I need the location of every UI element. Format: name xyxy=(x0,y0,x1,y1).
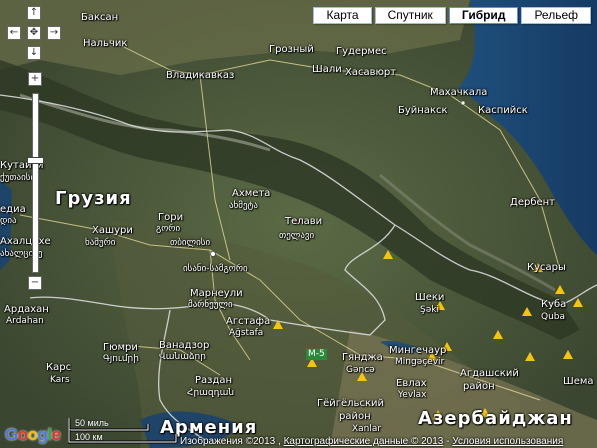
label-evlakh-lat: Yevlax xyxy=(398,390,427,400)
label-kuba: Куба xyxy=(541,299,567,310)
label-mingachevir: Мингечаур xyxy=(389,345,447,356)
label-baksan: Баксан xyxy=(81,12,119,23)
label-edia-ge: დია xyxy=(0,216,17,226)
label-m5: M-5 xyxy=(306,349,327,360)
label-khasavyurt: Хасавюрт xyxy=(345,67,397,78)
label-marneuli: Марнеули xyxy=(190,288,243,299)
label-gori-ge: გორი xyxy=(156,224,181,234)
google-logo[interactable]: Google xyxy=(5,425,61,445)
map-type-switcher: Карта Спутник Гибрид Рельеф xyxy=(313,7,591,24)
label-gyumri-am: Գյումրի xyxy=(103,354,139,364)
label-xanlar: Xanlar xyxy=(352,424,382,434)
logo-letter: e xyxy=(51,425,61,444)
label-agstafa: Агстафа xyxy=(226,316,271,327)
pan-center-icon[interactable]: ✥ xyxy=(27,26,41,40)
label-evlakh: Евлах xyxy=(396,378,427,389)
label-marneuli-ge: მარნეული xyxy=(188,300,233,310)
scale-km: 100 км xyxy=(75,432,103,442)
label-mingachevir-lat: Mingəçevir xyxy=(395,357,445,367)
logo-letter: o xyxy=(27,425,38,444)
label-edia: едиа xyxy=(0,204,26,215)
label-tbilisi-ge: თბილისი xyxy=(170,238,211,248)
label-georgia: Грузия xyxy=(55,188,132,209)
label-agdash-2: район xyxy=(463,381,495,392)
pan-left-icon[interactable]: ← xyxy=(7,26,21,40)
logo-letter: g xyxy=(37,425,48,444)
city-dot xyxy=(210,251,216,257)
label-akhaltsikhe: Ахалцихе xyxy=(0,236,51,247)
label-buynaksk: Буйнакск xyxy=(398,105,448,116)
label-vanadzor: Ванадзор xyxy=(159,340,210,351)
label-gori: Гори xyxy=(158,212,184,223)
zoom-slider-track[interactable] xyxy=(32,93,39,273)
label-akhmeta-ge: ახმეტა xyxy=(229,201,259,211)
terms-of-use-link[interactable]: Условия использования xyxy=(452,436,563,447)
attribution-separator: - xyxy=(446,436,450,447)
pan-up-icon[interactable]: ↑ xyxy=(27,6,41,20)
zoom-out-button[interactable]: − xyxy=(28,276,42,290)
city-dot xyxy=(460,100,466,106)
label-razdan-am: Հրազդան xyxy=(187,388,235,398)
label-ardahan-lat: Ardahan xyxy=(6,316,44,326)
attribution-cartography-link[interactable]: Картографические данные © 2013 xyxy=(284,436,444,447)
label-kusary: Кусары xyxy=(527,262,566,273)
label-kaspiysk: Каспийск xyxy=(478,105,528,116)
label-akhmeta: Ахмета xyxy=(232,188,271,199)
zoom-slider-handle[interactable] xyxy=(27,157,44,164)
label-kars: Карс xyxy=(46,362,72,373)
label-samtskhe-ge: ისანი-სამგორი xyxy=(183,264,248,274)
map-type-hybrid-button[interactable]: Гибрид xyxy=(448,7,519,24)
label-telavi-ge: თელავი xyxy=(279,231,315,241)
scale-bar: 50 миль 100 км xyxy=(68,416,178,444)
map-type-map-button[interactable]: Карта xyxy=(313,7,372,24)
logo-letter: G xyxy=(5,425,18,444)
label-agstafa-lat: Ağstafa xyxy=(229,328,264,338)
scale-miles: 50 миль xyxy=(75,418,109,428)
pan-right-icon[interactable]: → xyxy=(47,26,61,40)
label-kuba-lat: Quba xyxy=(541,312,566,322)
pan-down-icon[interactable]: ↓ xyxy=(27,46,41,60)
label-ardahan: Ардахан xyxy=(4,304,49,315)
logo-letter: o xyxy=(17,425,28,444)
label-gudermes: Гудермес xyxy=(336,46,387,57)
map-type-satellite-button[interactable]: Спутник xyxy=(374,7,446,24)
label-ganja-lat: Gəncə xyxy=(346,365,375,375)
label-grozny: Грозный xyxy=(269,44,314,55)
label-azerbaijan: Азербайджан xyxy=(418,408,573,429)
map-type-terrain-button[interactable]: Рельеф xyxy=(521,7,591,24)
label-shema: Шема xyxy=(563,376,594,387)
attribution: Изображения ©2013 , Картографические дан… xyxy=(180,436,563,447)
label-makhachkala: Махачкала xyxy=(430,87,488,98)
label-agdash: Агдашский xyxy=(460,368,519,379)
label-derbent: Дербент xyxy=(510,197,555,208)
label-kutaisi-ge: ქუთაისი xyxy=(0,173,36,183)
label-khashuri: Хашури xyxy=(92,225,133,236)
label-geygel-2: район xyxy=(339,411,371,422)
label-nalchik: Нальчик xyxy=(83,38,128,49)
label-shali: Шали xyxy=(312,64,342,75)
label-ganja: Гянджа xyxy=(342,352,383,363)
label-khashuri-ge: ხაშური xyxy=(85,238,116,248)
zoom-in-button[interactable]: + xyxy=(28,72,42,86)
label-gyumri: Гюмри xyxy=(103,342,138,353)
label-razdan: Раздан xyxy=(195,375,233,386)
label-vladikavkaz: Владикавказ xyxy=(166,70,235,81)
label-vanadzor-am: Վանաձոր xyxy=(159,352,206,362)
label-sheki-lat: Şəki xyxy=(420,305,439,315)
label-telavi: Телави xyxy=(285,216,323,227)
label-kars-lat: Kars xyxy=(50,375,70,385)
label-sheki: Шеки xyxy=(415,292,445,303)
attribution-imagery: Изображения ©2013 , xyxy=(180,436,281,447)
label-geygel: Гёйгёльский xyxy=(317,398,384,409)
